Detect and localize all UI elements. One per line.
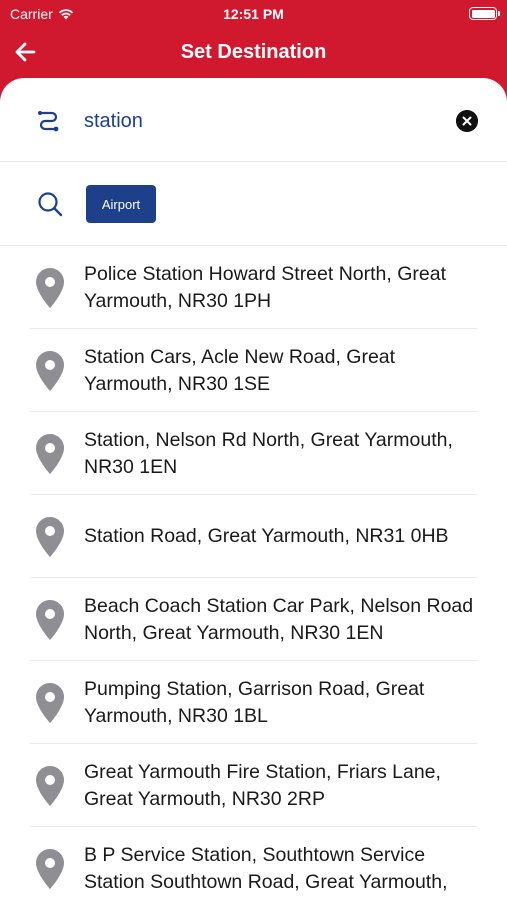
map-pin-icon	[36, 517, 64, 557]
filter-row: Airport	[0, 162, 507, 246]
list-item[interactable]: Station Cars, Acle New Road, Great Yarmo…	[30, 329, 477, 412]
destination-sheet: Airport Police Station Howard Street Nor…	[0, 78, 507, 900]
list-item-label: Station Road, Great Yarmouth, NR31 0HB	[84, 525, 449, 547]
route-icon	[38, 111, 59, 132]
map-pin-icon	[36, 849, 64, 889]
navigation-bar: Set Destination	[0, 28, 507, 78]
list-item[interactable]: Police Station Howard Street North, Grea…	[30, 246, 477, 329]
map-pin-icon	[36, 600, 64, 640]
battery-level	[471, 9, 495, 18]
status-bar: Carrier 12:51 PM	[0, 0, 507, 28]
map-pin-icon	[36, 766, 64, 806]
page-title: Set Destination	[180, 41, 327, 63]
list-item-label: Station, Nelson Rd North, Great Yarmouth…	[84, 428, 453, 478]
list-item-label: Pumping Station, Garrison Road, Great Ya…	[84, 677, 425, 727]
search-row	[0, 78, 507, 162]
results-list: Police Station Howard Street North, Grea…	[0, 246, 507, 900]
search-icon[interactable]	[36, 190, 64, 218]
list-item-label: Beach Coach Station Car Park, Nelson Roa…	[84, 594, 474, 644]
list-item-label: Station Cars, Acle New Road, Great Yarmo…	[84, 345, 396, 395]
close-icon[interactable]	[456, 110, 478, 132]
list-item[interactable]: Station, Nelson Rd North, Great Yarmouth…	[30, 412, 477, 495]
list-item[interactable]: Great Yarmouth Fire Station, Friars Lane…	[30, 744, 477, 827]
list-item[interactable]: Station Road, Great Yarmouth, NR31 0HB	[30, 495, 477, 578]
list-item-label: Police Station Howard Street North, Grea…	[84, 262, 446, 312]
search-input[interactable]	[84, 106, 424, 136]
airport-filter-chip[interactable]: Airport	[86, 185, 156, 223]
list-item-label: Great Yarmouth Fire Station, Friars Lane…	[84, 760, 441, 810]
status-time: 12:51 PM	[223, 6, 284, 22]
map-pin-icon	[36, 683, 64, 723]
map-pin-icon	[36, 268, 64, 308]
map-pin-icon	[36, 351, 64, 391]
list-item[interactable]: Beach Coach Station Car Park, Nelson Roa…	[30, 578, 477, 661]
airport-filter-label: Airport	[101, 196, 141, 212]
list-item-label: B P Service Station, Southtown Service S…	[84, 843, 448, 893]
map-pin-icon	[36, 434, 64, 474]
list-item[interactable]: B P Service Station, Southtown Service S…	[30, 827, 477, 900]
list-item[interactable]: Pumping Station, Garrison Road, Great Ya…	[30, 661, 477, 744]
battery-icon	[469, 7, 500, 20]
